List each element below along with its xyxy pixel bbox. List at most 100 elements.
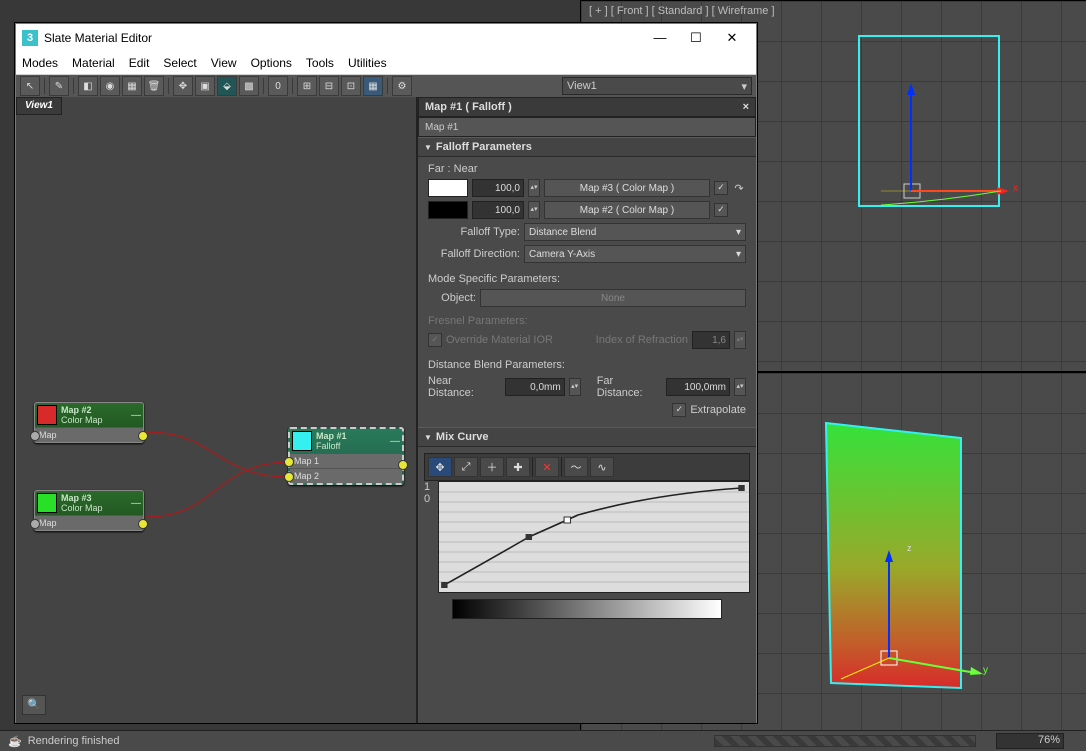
tool-grid-icon[interactable]: ▦: [363, 76, 383, 96]
node-map2-output[interactable]: Map: [35, 427, 143, 442]
chevron-down-icon: ▾: [741, 80, 747, 93]
socket-in-icon[interactable]: [284, 457, 294, 467]
socket-in-icon[interactable]: [284, 472, 294, 482]
node-falloff-name: Map #1: [316, 431, 347, 441]
tool-layout1-icon[interactable]: ⊞: [297, 76, 317, 96]
tool-delete-icon[interactable]: 🗑: [144, 76, 164, 96]
tool-zero-icon[interactable]: 0: [268, 76, 288, 96]
socket-out-icon[interactable]: [398, 460, 408, 470]
titlebar[interactable]: 3 Slate Material Editor — ☐ ✕: [16, 24, 756, 52]
chevron-down-icon: ▾: [736, 249, 741, 260]
tool-move-icon[interactable]: ✥: [173, 76, 193, 96]
node-map3-name: Map #3: [61, 493, 103, 503]
socket-in-icon[interactable]: [30, 431, 40, 441]
ior-label: Index of Refraction: [596, 334, 688, 346]
zoom-percent[interactable]: 76%: [996, 733, 1064, 749]
navigator-icon[interactable]: 🔍: [22, 695, 46, 715]
tool-layout3-icon[interactable]: ⊡: [341, 76, 361, 96]
mix-curve-editor[interactable]: [438, 481, 750, 593]
curve-delete-icon[interactable]: ✕: [535, 457, 559, 477]
tool-eyedropper-icon[interactable]: ✎: [49, 76, 69, 96]
tool-fx-icon[interactable]: ⚙: [392, 76, 412, 96]
socket-in-icon[interactable]: [30, 519, 40, 529]
menu-tools[interactable]: Tools: [306, 56, 334, 70]
menu-edit[interactable]: Edit: [129, 56, 150, 70]
tool-cube-icon[interactable]: ▣: [195, 76, 215, 96]
status-icon: ☕: [8, 735, 22, 748]
tool-pointer-icon[interactable]: ↖: [20, 76, 40, 96]
menu-utilities[interactable]: Utilities: [348, 56, 387, 70]
rollout-falloff-header[interactable]: ▼ Falloff Parameters: [418, 137, 756, 157]
panel-title: Map #1 ( Falloff ) ×: [418, 97, 756, 117]
node-falloff-map1[interactable]: Map 1: [290, 453, 402, 468]
far-distance-value[interactable]: 100,0mm: [666, 378, 730, 396]
rollout-mixcurve-header[interactable]: ▼ Mix Curve: [418, 427, 756, 447]
graph-tab[interactable]: View1: [16, 97, 62, 115]
minus-icon[interactable]: —: [131, 410, 141, 421]
node-map2[interactable]: Map #2 Color Map — Map: [34, 402, 144, 443]
node-map3[interactable]: Map #3 Color Map — Map: [34, 490, 144, 531]
curve-tangent2-icon[interactable]: ∿: [590, 457, 614, 477]
breadcrumb[interactable]: Map #1: [418, 117, 756, 137]
tool-showmap-icon[interactable]: ⬙: [217, 76, 237, 96]
node-map2-swatch: [37, 405, 57, 425]
curve-move-icon[interactable]: ✥: [428, 457, 452, 477]
tool-layout2-icon[interactable]: ⊟: [319, 76, 339, 96]
slot1-check[interactable]: ✓: [714, 181, 728, 195]
menu-select[interactable]: Select: [163, 56, 196, 70]
tool-assign-icon[interactable]: ◧: [78, 76, 98, 96]
tool-assign2-icon[interactable]: ▦: [122, 76, 142, 96]
far-distance-label: Far Distance:: [597, 375, 662, 399]
swap-icon[interactable]: ↷: [732, 182, 746, 195]
minimize-button[interactable]: —: [642, 26, 678, 50]
fresnel-label: Fresnel Parameters:: [428, 315, 746, 327]
curve-add-icon[interactable]: ＋: [480, 457, 504, 477]
slot2-swatch[interactable]: [428, 201, 468, 219]
curve-add2-icon[interactable]: ✚: [506, 457, 530, 477]
object-button: None: [480, 289, 746, 307]
slot1-swatch[interactable]: [428, 179, 468, 197]
slot-2-row: 100,0 ▴▾ Map #2 ( Color Map ) ✓: [428, 201, 746, 219]
curve-tangent-icon[interactable]: 〜: [564, 457, 588, 477]
menu-material[interactable]: Material: [72, 56, 115, 70]
status-text: Rendering finished: [28, 735, 120, 747]
minus-icon[interactable]: —: [131, 498, 141, 509]
spinner-icon[interactable]: ▴▾: [734, 378, 746, 396]
falloff-dir-dropdown[interactable]: Camera Y-Axis▾: [524, 245, 746, 263]
spinner-icon[interactable]: ▴▾: [569, 378, 581, 396]
curve-scale-icon[interactable]: ⤢: [454, 457, 478, 477]
window-title: Slate Material Editor: [44, 31, 152, 45]
minus-icon[interactable]: —: [390, 436, 400, 447]
node-map3-output[interactable]: Map: [35, 515, 143, 530]
spinner-icon[interactable]: ▴▾: [528, 179, 540, 197]
near-distance-value[interactable]: 0,0mm: [505, 378, 565, 396]
override-ior-label: Override Material IOR: [446, 334, 553, 346]
menu-modes[interactable]: Modes: [22, 56, 58, 70]
node-graph-canvas[interactable]: View1 Map #2 Color Map —: [16, 97, 417, 723]
extrapolate-check[interactable]: ✓: [672, 403, 686, 417]
gradient-preview: [452, 599, 722, 619]
menu-view[interactable]: View: [211, 56, 237, 70]
close-button[interactable]: ✕: [714, 26, 750, 50]
spinner-icon[interactable]: ▴▾: [528, 201, 540, 219]
panel-close-icon[interactable]: ×: [743, 101, 749, 113]
falloff-type-dropdown[interactable]: Distance Blend▾: [524, 223, 746, 241]
near-distance-label: Near Distance:: [428, 375, 501, 399]
falloff-type-label: Falloff Type:: [428, 226, 520, 238]
view-dropdown[interactable]: View1▾: [562, 77, 752, 95]
maximize-button[interactable]: ☐: [678, 26, 714, 50]
override-ior-check: ✓: [428, 333, 442, 347]
node-falloff-map2[interactable]: Map 2: [290, 468, 402, 483]
socket-out-icon[interactable]: [138, 519, 148, 529]
socket-out-icon[interactable]: [138, 431, 148, 441]
slot2-value[interactable]: 100,0: [472, 201, 524, 219]
slot1-value[interactable]: 100,0: [472, 179, 524, 197]
tool-checker-icon[interactable]: ▩: [239, 76, 259, 96]
slot2-map-button[interactable]: Map #2 ( Color Map ): [544, 201, 710, 219]
extrapolate-label: Extrapolate: [690, 404, 746, 416]
node-falloff[interactable]: Map #1 Falloff — Map 1 Map 2: [288, 427, 404, 485]
slot1-map-button[interactable]: Map #3 ( Color Map ): [544, 179, 710, 197]
tool-sphere-icon[interactable]: ◉: [100, 76, 120, 96]
menu-options[interactable]: Options: [251, 56, 292, 70]
slot2-check[interactable]: ✓: [714, 203, 728, 217]
